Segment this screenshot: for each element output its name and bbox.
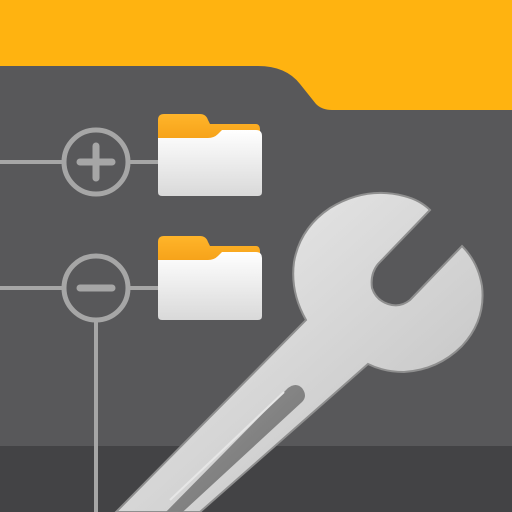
folder-icon[interactable] — [158, 236, 262, 320]
app-icon — [0, 0, 512, 512]
folder-icon[interactable] — [158, 114, 262, 196]
